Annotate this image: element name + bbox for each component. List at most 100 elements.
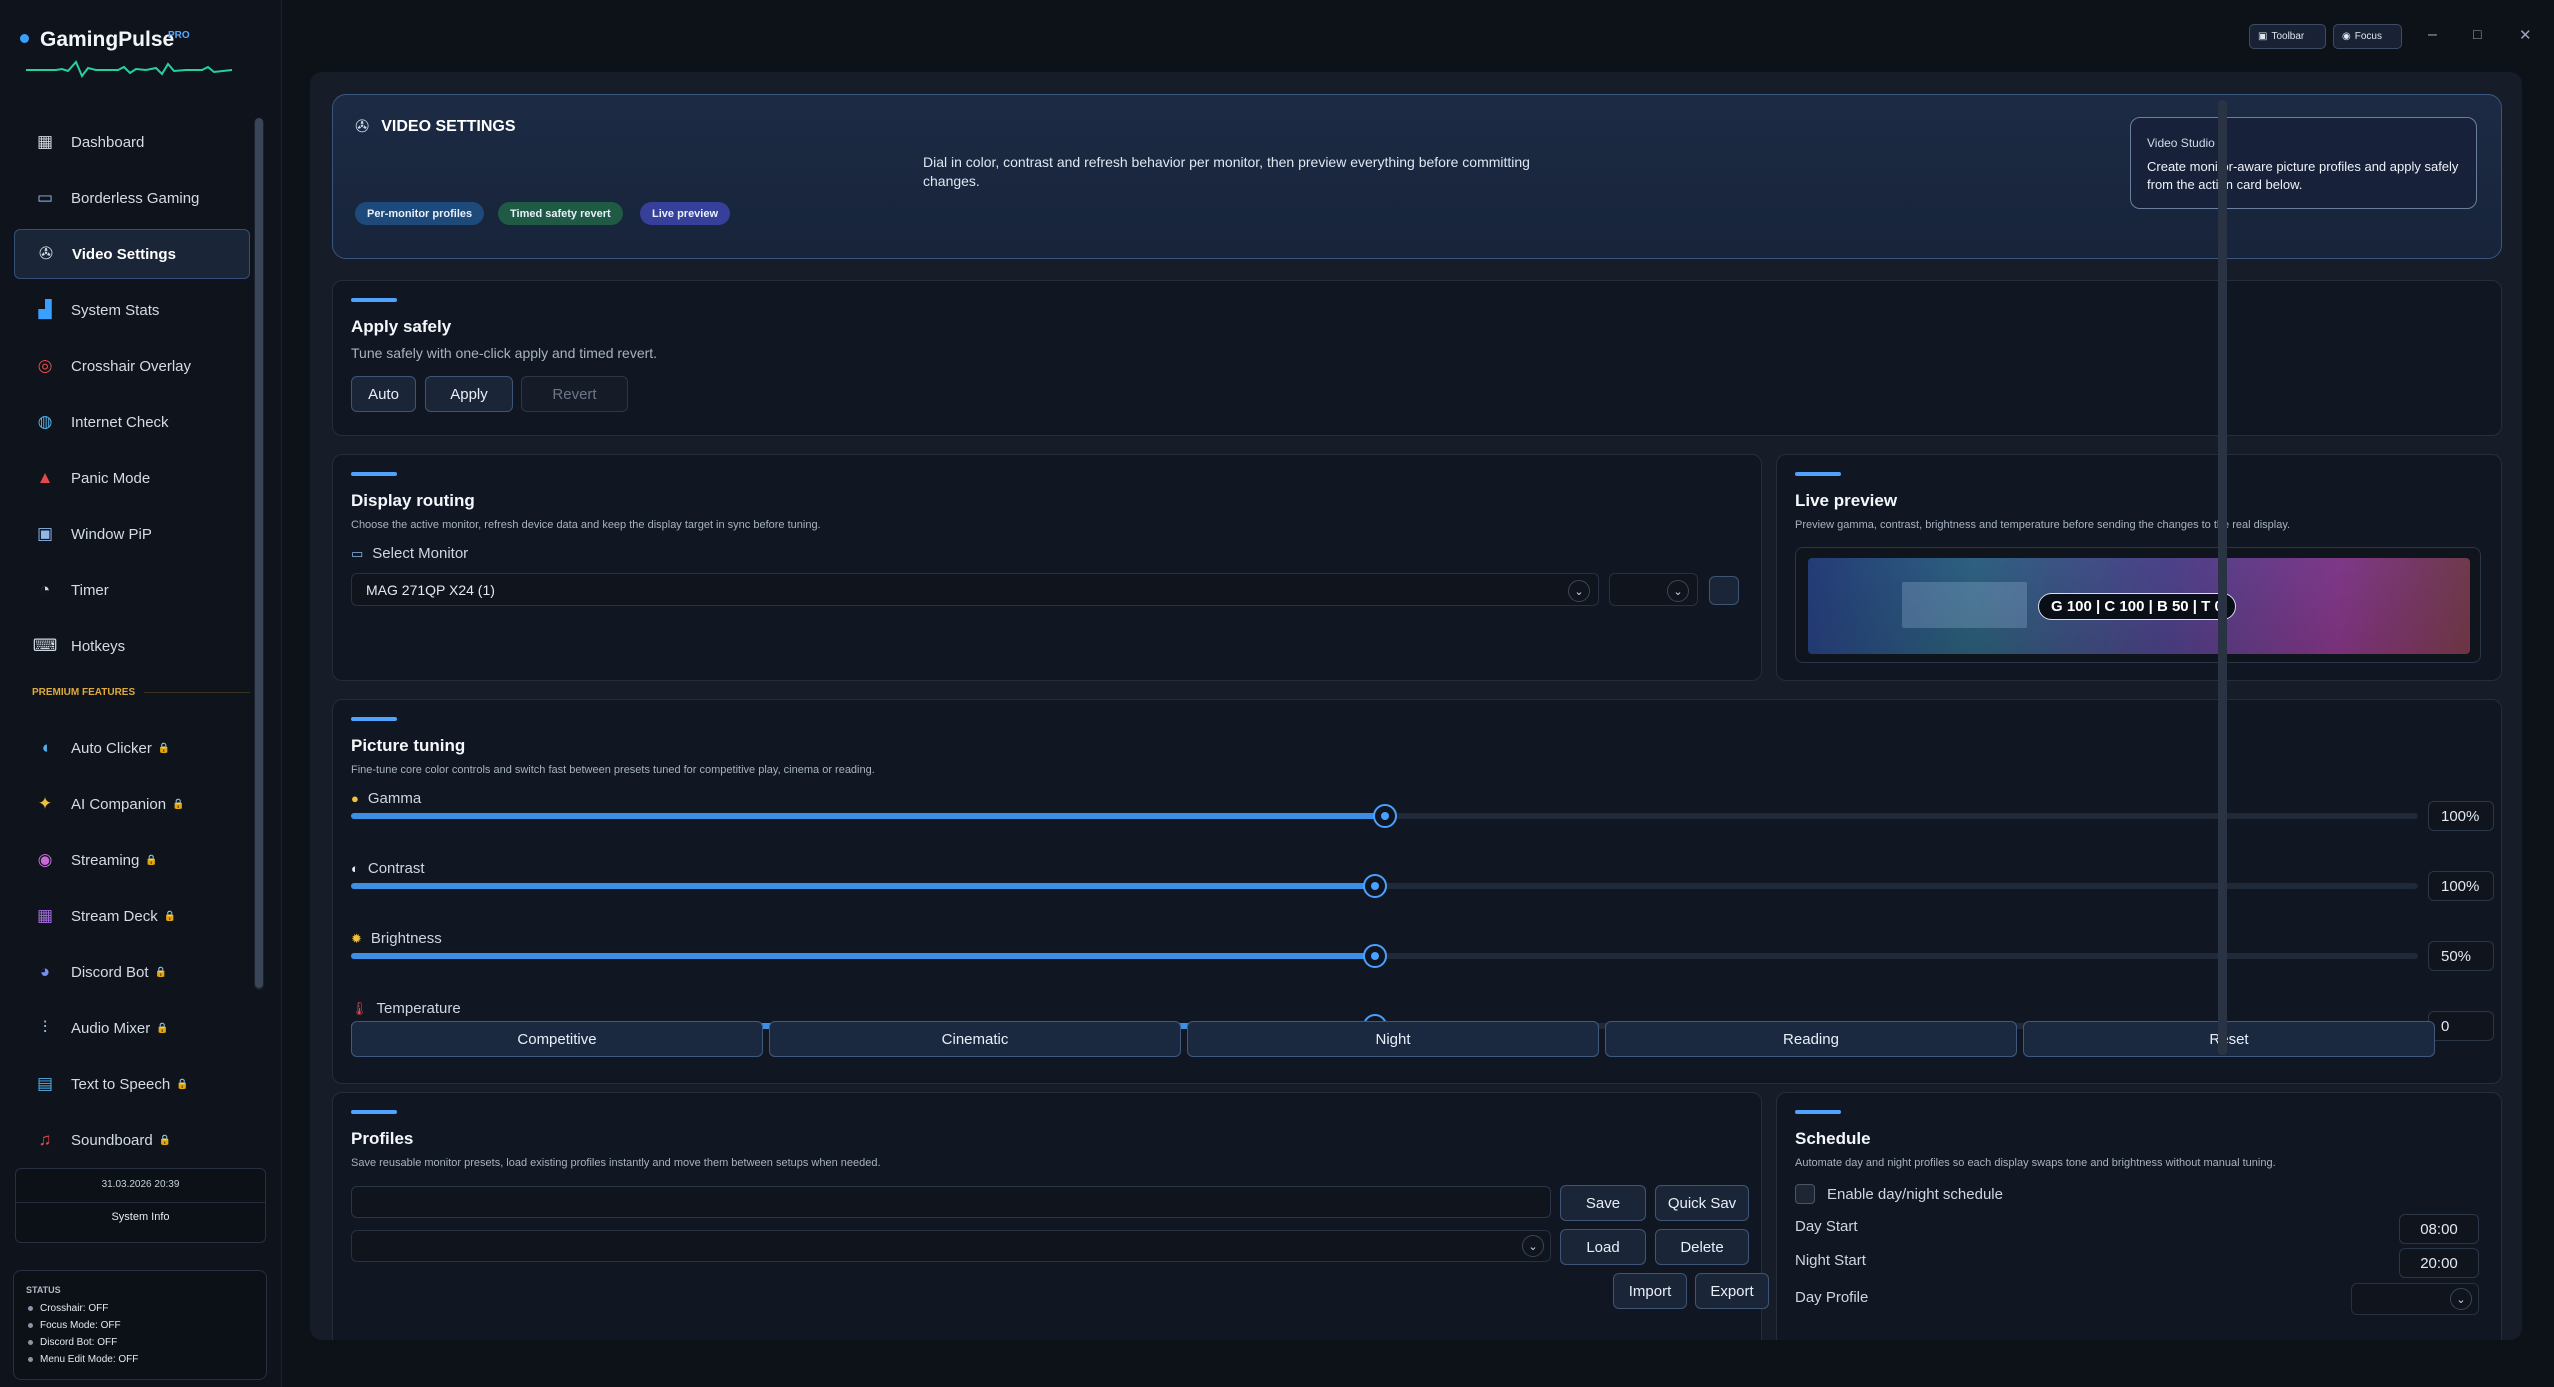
film-reel-icon: ✇ [355,117,370,136]
dashboard-icon: ▦ [36,132,54,151]
revert-button[interactable]: Revert [521,376,628,412]
sidebar-item-system-stats[interactable]: ▟ System Stats [14,285,250,335]
toolbar-button[interactable]: ▣ Toolbar [2249,24,2326,49]
day-start-input[interactable]: 08:00 [2399,1214,2479,1244]
sidebar-item-borderless-gaming[interactable]: ▭ Borderless Gaming [14,173,250,223]
import-button[interactable]: Import [1613,1273,1687,1309]
profiles-title: Profiles [351,1129,414,1148]
sidebar-item-label: Discord Bot [71,963,149,981]
sidebar-item-ai-companion[interactable]: ✦ AI Companion 🔒 [14,779,250,829]
focus-button[interactable]: ◉ Focus [2333,24,2402,49]
sidebar-item-panic-mode[interactable]: ▲ Panic Mode [14,453,250,503]
sidebar-item-label: Hotkeys [71,637,126,655]
sidebar-item-audio-mixer[interactable]: ⫶ Audio Mixer 🔒 [14,1003,250,1053]
preset-reading-button[interactable]: Reading [1605,1021,2017,1057]
refresh-rate-select[interactable]: ⌄ [1609,573,1698,606]
status-discord-bot: Discord Bot: OFF [26,1334,266,1351]
sidebar-item-internet-check[interactable]: ◍ Internet Check [14,397,250,447]
sidebar-item-label: Crosshair Overlay [71,357,192,375]
music-note-icon: ♫ [38,1130,52,1149]
crosshair-icon: ◎ [37,356,53,375]
preview-highlight-box [1902,582,2027,628]
main-content: ✇ VIDEO SETTINGS Dial in color, contrast … [310,72,2522,1340]
apply-safely-card: Apply safely Tune safely with one-click … [332,280,2502,436]
contrast-slider[interactable] [351,874,2418,898]
quick-save-button[interactable]: Quick Sav [1655,1185,1749,1221]
auto-button[interactable]: Auto [351,376,416,412]
system-info-button[interactable]: System Info [16,1211,265,1223]
gamma-value-input[interactable]: 100% [2428,801,2494,831]
sidebar-item-dashboard[interactable]: ▦ Dashboard [14,117,250,167]
sidebar-item-hotkeys[interactable]: ⌨ Hotkeys [14,621,250,671]
gamma-icon: ● [351,791,359,806]
sidebar-item-auto-clicker[interactable]: ◖ Auto Clicker 🔒 [14,723,250,773]
tuning-subtitle: Fine-tune core color controls and switch… [351,764,875,776]
sidebar-item-timer[interactable]: ◔ Timer [14,565,250,615]
day-night-checkbox[interactable] [1795,1184,1815,1204]
focus-icon: ◉ [2342,31,2351,42]
close-button[interactable]: ✕ [2519,26,2532,44]
preset-competitive-button[interactable]: Competitive [351,1021,763,1057]
load-button[interactable]: Load [1560,1229,1646,1265]
schedule-card: Schedule Automate day and night profiles… [1776,1092,2502,1340]
chevron-down-icon: ⌄ [2450,1288,2472,1310]
gamma-slider[interactable] [351,804,2418,828]
sidebar-item-discord-bot[interactable]: ◕ Discord Bot 🔒 [14,947,250,997]
preset-night-button[interactable]: Night [1187,1021,1599,1057]
sidebar-item-window-pip[interactable]: ▣ Window PiP [14,509,250,559]
delete-button[interactable]: Delete [1655,1229,1749,1265]
sidebar-scroll-thumb[interactable] [255,118,263,988]
video-studio-card: Video Studio Create monitor-aware pictur… [2130,117,2477,209]
slider-handle[interactable] [1363,944,1388,968]
brightness-slider[interactable] [351,944,2418,968]
lock-icon: 🔒 [176,1078,189,1090]
refresh-button[interactable] [1709,576,1739,605]
profile-name-input[interactable] [351,1186,1551,1218]
status-crosshair: Crosshair: OFF [26,1300,266,1317]
preset-reset-button[interactable]: Reset [2023,1021,2435,1057]
schedule-subtitle: Automate day and night profiles so each … [1795,1157,2276,1169]
minimize-button[interactable]: – [2428,26,2437,44]
pulse-line-icon [26,60,232,78]
apply-subtitle: Tune safely with one-click apply and tim… [351,345,658,361]
sidebar-item-video-settings[interactable]: ✇ Video Settings [14,229,250,279]
discord-icon: ◕ [39,962,51,981]
sidebar-item-crosshair-overlay[interactable]: ◎ Crosshair Overlay [14,341,250,391]
day-night-label: Enable day/night schedule [1827,1186,2003,1203]
night-start-input[interactable]: 20:00 [2399,1248,2479,1278]
temperature-value-input[interactable]: 0 [2428,1011,2494,1041]
contrast-icon: ◐ [351,861,359,876]
day-profile-select[interactable]: ⌄ [2351,1283,2479,1315]
hero-description: Dial in color, contrast and refresh beha… [923,154,1530,189]
sidebar-item-streaming[interactable]: ◉ Streaming 🔒 [14,835,250,885]
page-title-text: VIDEO SETTINGS [381,118,516,135]
thermometer-icon: 🌡 [351,1000,368,1016]
slider-handle[interactable] [1372,804,1397,828]
sidebar-item-label: Video Settings [72,245,176,263]
sidebar-item-label: Internet Check [71,413,169,431]
app-window: GamingPulse PRO ▦ Dashboard ▭ Borderless Ga… [0,0,2554,1387]
save-button[interactable]: Save [1560,1185,1646,1221]
sidebar-scrollbar[interactable] [254,118,264,990]
monitor-select[interactable]: MAG 271QP X24 (1) ⌄ [351,573,1599,606]
chevron-down-icon: ⌄ [1522,1235,1544,1257]
sidebar-item-label: Panic Mode [71,469,151,487]
maximize-button[interactable]: □ [2473,26,2481,42]
sidebar-item-stream-deck[interactable]: ▦ Stream Deck 🔒 [14,891,250,941]
export-button[interactable]: Export [1695,1273,1769,1309]
slider-label-contrast: ◐ Contrast [351,860,425,877]
film-reel-icon: ✇ [38,244,54,263]
sidebar-item-label: Stream Deck [71,907,158,925]
main-scrollbar[interactable] [2218,100,2227,1055]
brightness-value-input[interactable]: 50% [2428,941,2494,971]
contrast-value-input[interactable]: 100% [2428,871,2494,901]
pro-badge: PRO [168,30,190,41]
sidebar-item-text-to-speech[interactable]: ▤ Text to Speech 🔒 [14,1059,250,1109]
preset-cinematic-button[interactable]: Cinematic [769,1021,1181,1057]
sidebar-item-soundboard[interactable]: ♫ Soundboard 🔒 [14,1115,250,1165]
apply-button[interactable]: Apply [425,376,513,412]
slider-handle[interactable] [1363,874,1388,898]
pill-per-monitor: Per-monitor profiles [355,202,485,225]
profile-select[interactable]: ⌄ [351,1230,1551,1262]
speech-icon: ▤ [36,1074,54,1093]
